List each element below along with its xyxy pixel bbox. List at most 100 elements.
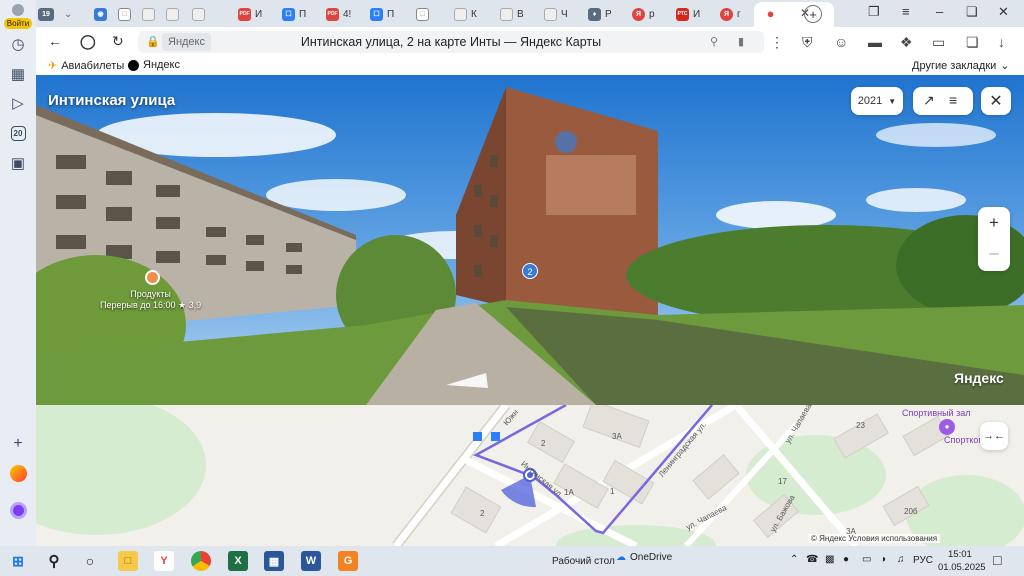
play-icon[interactable]: ▷ xyxy=(6,91,30,115)
poi-name[interactable]: Спортивный зал xyxy=(902,408,970,418)
map-attribution[interactable]: © Яндекс Условия использования xyxy=(808,534,941,543)
tab-active-yandex-maps[interactable]: ● ✕ xyxy=(754,2,834,27)
open-external-icon[interactable]: ↗ xyxy=(923,92,935,109)
downloads-icon[interactable]: ↓ xyxy=(998,34,1005,50)
zoom-in-button[interactable]: + xyxy=(978,213,1010,233)
battery-icon[interactable]: ▭ xyxy=(932,34,945,51)
user-icon xyxy=(12,4,24,16)
tab[interactable]: Яр xyxy=(632,4,655,24)
tab[interactable]: К xyxy=(454,4,477,24)
bookmark-yandex[interactable]: Яндекс xyxy=(128,59,180,71)
chrome-icon[interactable] xyxy=(191,551,211,571)
notifications-icon[interactable]: □ xyxy=(993,552,1001,568)
extension-icon[interactable]: ☺ xyxy=(834,34,848,50)
file-explorer-icon[interactable]: □ xyxy=(118,551,138,571)
tab[interactable]: Ч xyxy=(544,4,568,24)
bookmark-aviabilety[interactable]: ✈ Авиабилеты xyxy=(48,59,124,73)
collapse-map-button[interactable]: →← xyxy=(980,422,1008,450)
close-panorama-button[interactable]: ✕ xyxy=(981,87,1011,115)
location-icon[interactable]: ⚲ xyxy=(710,35,718,48)
tab[interactable]: ☐ П xyxy=(370,4,394,24)
poi-label[interactable]: Продукты Перерыв до 16:00 ★ 3,9 xyxy=(100,289,201,311)
more-icon[interactable]: ⋮ xyxy=(770,34,784,51)
phone-icon[interactable]: ☎ xyxy=(806,554,818,565)
yandex-button[interactable]: ◯ xyxy=(80,33,96,50)
tab[interactable]: PDF 4! xyxy=(326,4,351,24)
language-indicator[interactable]: РУС xyxy=(913,555,933,566)
house-number-badge[interactable]: 2 xyxy=(522,263,538,279)
tab[interactable]: ♦ Р xyxy=(588,4,612,24)
extension-icon[interactable]: ❏ xyxy=(966,34,979,51)
collections-icon[interactable]: ▦ xyxy=(6,62,30,86)
tabs-menu-icon[interactable]: ❐ xyxy=(868,4,880,20)
clock-time[interactable]: 15:01 xyxy=(948,549,972,560)
puzzle-icon[interactable]: ❖ xyxy=(900,34,913,51)
screenshot-icon[interactable]: ▣ xyxy=(6,151,30,175)
panorama-image xyxy=(36,75,1024,405)
alice-icon[interactable] xyxy=(6,498,30,522)
microphone-icon[interactable]: ● xyxy=(843,554,849,565)
battery-icon[interactable]: ▭ xyxy=(862,554,871,565)
calculator-icon[interactable]: ▦ xyxy=(264,551,284,571)
tab-group[interactable]: 19 ⌄ xyxy=(38,4,72,24)
house-label: 1 xyxy=(610,487,615,496)
new-tab-button[interactable]: + xyxy=(804,5,822,23)
extension-icon[interactable]: ▬ xyxy=(868,34,882,50)
task-view-icon[interactable]: ○ xyxy=(80,551,100,571)
history-icon[interactable]: ◷ xyxy=(6,32,30,56)
tab[interactable] xyxy=(142,4,155,24)
restore-icon[interactable]: ❏ xyxy=(966,4,978,20)
chevron-down-icon: ⌄ xyxy=(1000,60,1010,72)
search-icon[interactable]: ⚲ xyxy=(44,551,64,571)
cloud-icon[interactable]: ☁ xyxy=(616,552,626,563)
address-bar[interactable]: 🔒 Яндекс Интинская улица, 2 на карте Инт… xyxy=(138,31,764,53)
poi-name[interactable]: Спортком xyxy=(944,435,985,445)
menu-icon[interactable]: ≡ xyxy=(949,92,957,108)
tray-icon[interactable]: ▩ xyxy=(825,554,834,565)
volume-icon[interactable]: ♫ xyxy=(897,554,905,565)
menu-icon[interactable]: ≡ xyxy=(902,4,910,19)
yandex-icon xyxy=(128,59,139,71)
tab[interactable]: В xyxy=(500,4,524,24)
close-window-icon[interactable]: ✕ xyxy=(998,4,1009,20)
yandex-browser-icon[interactable]: Y xyxy=(154,551,174,571)
add-icon[interactable]: + xyxy=(6,432,30,456)
map-view[interactable]: Южн 2 3А Ленинградская ул. ул. Чапаева 1… xyxy=(36,405,1024,546)
poi-marker[interactable] xyxy=(145,270,160,285)
bookmark-icon[interactable]: ▮ xyxy=(738,35,744,48)
tabs-counter[interactable]: 20 xyxy=(6,121,30,145)
tab-favicon: ♦ xyxy=(588,7,601,21)
chevron-down-icon[interactable]: ⌄ xyxy=(64,9,72,20)
desktop-label[interactable]: Рабочий стол xyxy=(552,556,615,567)
year-select[interactable]: 2021 ▼ xyxy=(851,87,903,115)
tab[interactable] xyxy=(166,4,179,24)
tab[interactable]: □ xyxy=(416,4,429,24)
tab[interactable]: РТС И xyxy=(676,4,700,24)
minimize-icon[interactable]: – xyxy=(936,4,943,19)
protect-icon[interactable]: ⛨ xyxy=(802,34,813,51)
tab[interactable]: PDF И xyxy=(238,4,262,24)
app-icon[interactable]: G xyxy=(338,551,358,571)
back-button[interactable]: ← xyxy=(48,33,62,49)
tab[interactable]: ◉ xyxy=(94,4,107,24)
windows-start-icon[interactable]: ⊞ xyxy=(8,551,28,571)
zoom-out-button[interactable]: – xyxy=(978,243,1010,263)
excel-icon[interactable]: X xyxy=(228,551,248,571)
tab[interactable] xyxy=(192,4,205,24)
yandex-music-icon[interactable] xyxy=(6,461,30,485)
wifi-icon[interactable]: ◑ xyxy=(880,554,886,565)
street-panorama[interactable]: Интинская улица 2021 ▼ ↗ ≡ ✕ + – Продукты… xyxy=(36,75,1024,405)
chevron-up-icon[interactable]: ⌃ xyxy=(790,554,798,565)
sport-icon[interactable]: ● xyxy=(939,419,955,435)
tab[interactable]: Яг xyxy=(720,4,741,24)
tab[interactable]: □ xyxy=(118,4,131,24)
house-label: 1А xyxy=(564,488,574,497)
reload-button[interactable]: ↻ xyxy=(112,33,124,50)
login-button[interactable]: Войти xyxy=(4,2,32,32)
tab[interactable]: ☐ П xyxy=(282,4,306,24)
clock-date[interactable]: 01.05.2025 xyxy=(938,562,986,573)
tab-favicon xyxy=(544,7,557,21)
word-icon[interactable]: W xyxy=(301,551,321,571)
onedrive-label[interactable]: OneDrive xyxy=(630,552,672,563)
other-bookmarks[interactable]: Другие закладки ⌄ xyxy=(912,59,1010,73)
